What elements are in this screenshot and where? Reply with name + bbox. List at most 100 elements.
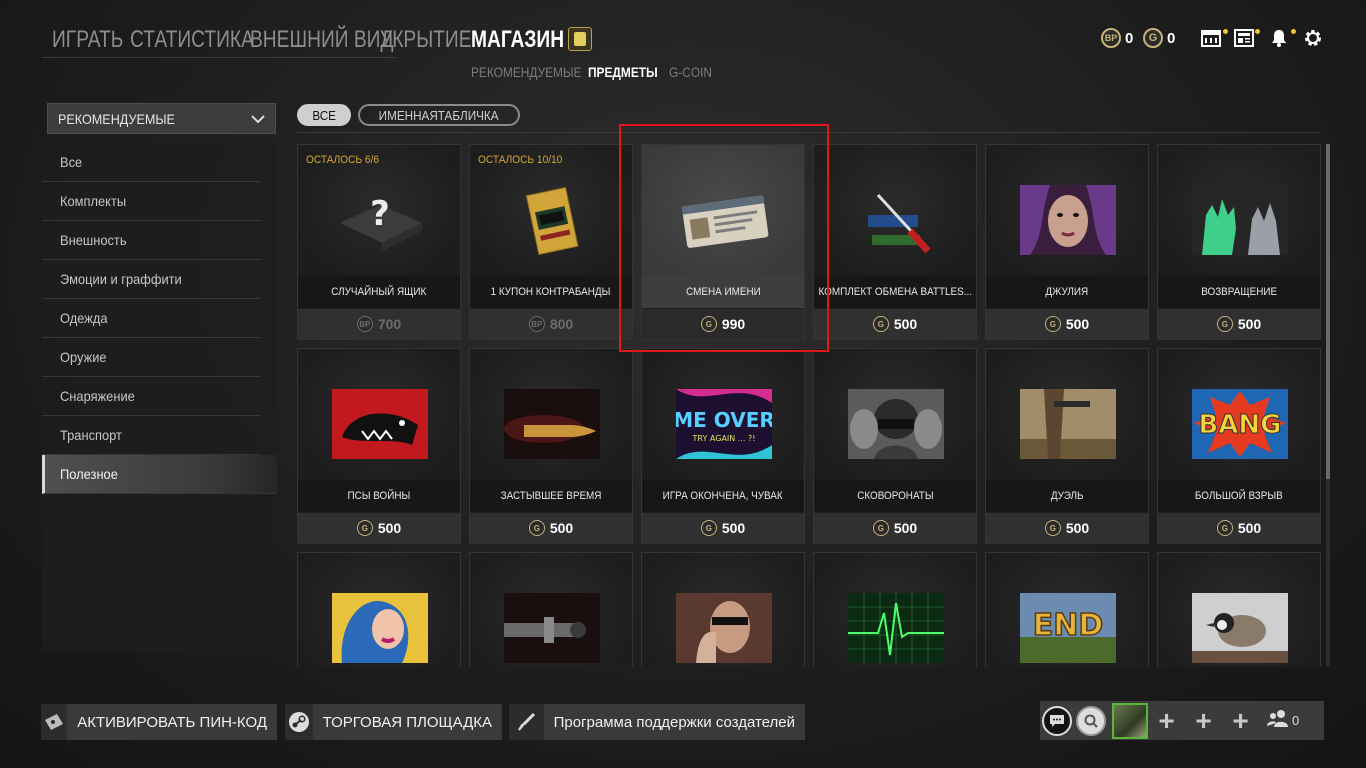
item-thumbnail [1020,185,1116,255]
item-thumbnail [1192,185,1288,255]
add-party-slot-2[interactable]: + [1185,705,1222,737]
item-name: СМЕНА ИМЕНИ [685,286,761,298]
filter-nameplate-chip[interactable]: ИМЕННАЯТАБЛИЧКА [358,104,520,126]
gear-icon[interactable] [1302,28,1324,48]
item-price-bar[interactable]: G 500 [470,513,632,543]
item-card[interactable]: ЗАСТЫВШЕЕ ВРЕМЯ G 500 [469,348,633,544]
creator-program-label: Программа поддержки создателей [553,713,795,731]
subtab-gcoin[interactable]: G-COIN [669,64,719,82]
chat-icon[interactable] [1042,705,1072,736]
item-card[interactable]: ПСЫ ВОЙНЫ G 500 [297,348,461,544]
item-price-bar[interactable]: BP 700 [298,309,460,339]
sidebar-item-emotes[interactable]: Эмоции и граффити [42,260,261,299]
item-card[interactable]: СМЕНА ИМЕНИ G 990 [641,144,805,340]
item-thumbnail: BANG [1192,389,1288,459]
item-price-bar[interactable]: G 500 [814,309,976,339]
item-image-area [470,553,632,667]
nav-statistics-label: СТАТИСТИКА [130,26,254,53]
nav-play[interactable]: ИГРАТЬ [52,24,130,56]
sidebar-item-useful[interactable]: Полезное [42,455,277,494]
item-name: ВОЗВРАЩЕНИЕ [1201,286,1277,298]
item-card[interactable]: КОМПЛЕКТ ОБМЕНА BATTLES... G 500 [813,144,977,340]
item-price-bar[interactable]: G 500 [642,513,804,543]
gcoin-icon: G [872,520,889,536]
item-name-area: ПСЫ ВОЙНЫ [298,480,460,512]
subtab-items[interactable]: ПРЕДМЕТЫ [588,64,669,82]
item-price: 990 [721,316,746,332]
subtab-recommended[interactable]: РЕКОМЕНДУЕМЫЕ [471,64,588,82]
item-price-bar[interactable]: G 500 [986,513,1148,543]
gcoin-amount: 0 [1167,29,1176,47]
item-card[interactable]: ВОЗВРАЩЕНИЕ G 500 [1157,144,1321,340]
item-card[interactable]: BANG БОЛЬШОЙ ВЗРЫВ G 500 [1157,348,1321,544]
item-card[interactable] [813,552,977,667]
art-end-text: END [1033,608,1104,643]
item-thumbnail [676,185,772,255]
nav-statistics[interactable]: СТАТИСТИКА [130,24,254,56]
sidebar-item-gear[interactable]: Снаряжение [42,377,261,416]
search-players-icon[interactable] [1076,705,1106,736]
bell-notification-dot [1291,29,1296,34]
shop-coupon-icon[interactable] [568,27,592,51]
sidebar-item-all[interactable]: Все [42,143,261,182]
gcoin-icon: G [700,520,717,536]
player-avatar[interactable] [1112,702,1148,739]
category-dropdown[interactable]: РЕКОМЕНДУЕМЫЕ [47,103,276,134]
filter-chips: ВСЕ ИМЕННАЯТАБЛИЧКА [297,104,520,126]
item-name: СКОВОРОНАТЫ [856,490,934,502]
item-card[interactable] [297,552,461,667]
bp-coin-icon: BP [356,316,373,332]
item-card[interactable]: ? ОСТАЛОСЬ 6/6 СЛУЧАЙНЫЙ ЯЩИК BP 700 [297,144,461,340]
friends-button[interactable]: 0 [1267,709,1299,732]
calendar-icon[interactable] [1200,28,1222,48]
marketplace-button[interactable]: ТОРГОВАЯ ПЛОЩАДКА [285,704,502,740]
item-card[interactable]: ДУЭЛЬ G 500 [985,348,1149,544]
item-name: 1 КУПОН КОНТРАБАНДЫ [491,286,611,298]
item-thumbnail [676,593,772,663]
nav-shelter[interactable]: УКРЫТИЕ [380,24,472,56]
item-price-bar[interactable]: G 500 [1158,513,1320,543]
sidebar-item-bundles[interactable]: Комплекты [42,182,261,221]
sidebar-item-appearance[interactable]: Внешность [42,221,261,260]
item-price-bar[interactable]: G 500 [298,513,460,543]
sidebar-item-clothing[interactable]: Одежда [42,299,261,338]
item-card[interactable]: END [985,552,1149,667]
item-image-area [814,145,976,276]
item-price-bar[interactable]: G 500 [1158,309,1320,339]
grid-scrollbar-thumb[interactable] [1326,144,1330,479]
social-panel: + + + 0 [1040,701,1324,740]
item-card[interactable]: СКОВОРОНАТЫ G 500 [813,348,977,544]
sidebar-item-weapons[interactable]: Оружие [42,338,261,377]
brush-icon [509,704,544,740]
item-price-bar[interactable]: G 500 [814,513,976,543]
grid-scrollbar[interactable] [1326,144,1330,667]
item-card[interactable]: ME OVER TRY AGAIN ... ?! ИГРА ОКОНЧЕНА, ЧУ… [641,348,805,544]
news-icon[interactable] [1233,28,1255,48]
nav-shop[interactable]: МАГАЗИН [471,24,564,56]
item-price-bar[interactable]: G 990 [642,309,804,339]
item-price: 800 [549,316,574,332]
item-name: СЛУЧАЙНЫЙ ЯЩИК [331,286,427,298]
add-party-slot-1[interactable]: + [1148,705,1185,737]
nav-appearance[interactable]: ВНЕШНИЙ ВИД [250,24,393,56]
item-price-bar[interactable]: G 500 [986,309,1148,339]
item-card[interactable]: ДЖУЛИЯ G 500 [985,144,1149,340]
add-party-slot-3[interactable]: + [1222,705,1259,737]
gcoin-icon: G [528,520,545,536]
item-price: 500 [1065,520,1090,536]
item-name-area: БОЛЬШОЙ ВЗРЫВ [1158,480,1320,512]
sidebar-item-vehicles[interactable]: Транспорт [42,416,261,455]
activate-pin-button[interactable]: АКТИВИРОВАТЬ ПИН-КОД [41,704,277,740]
filter-all-chip[interactable]: ВСЕ [297,104,352,126]
bell-icon[interactable] [1268,28,1290,48]
gcoin-icon: G [1216,520,1233,536]
item-card[interactable] [641,552,805,667]
item-card[interactable] [469,552,633,667]
item-card[interactable]: ОСТАЛОСЬ 10/10 1 КУПОН КОНТРАБАНДЫ BP 800 [469,144,633,340]
nav-shelter-label: УКРЫТИЕ [380,26,472,53]
item-card[interactable] [1157,552,1321,667]
item-image-area: END [986,553,1148,667]
creator-program-button[interactable]: Программа поддержки создателей [509,704,805,740]
item-price-bar[interactable]: BP 800 [470,309,632,339]
gcoin-icon: G [700,316,717,332]
